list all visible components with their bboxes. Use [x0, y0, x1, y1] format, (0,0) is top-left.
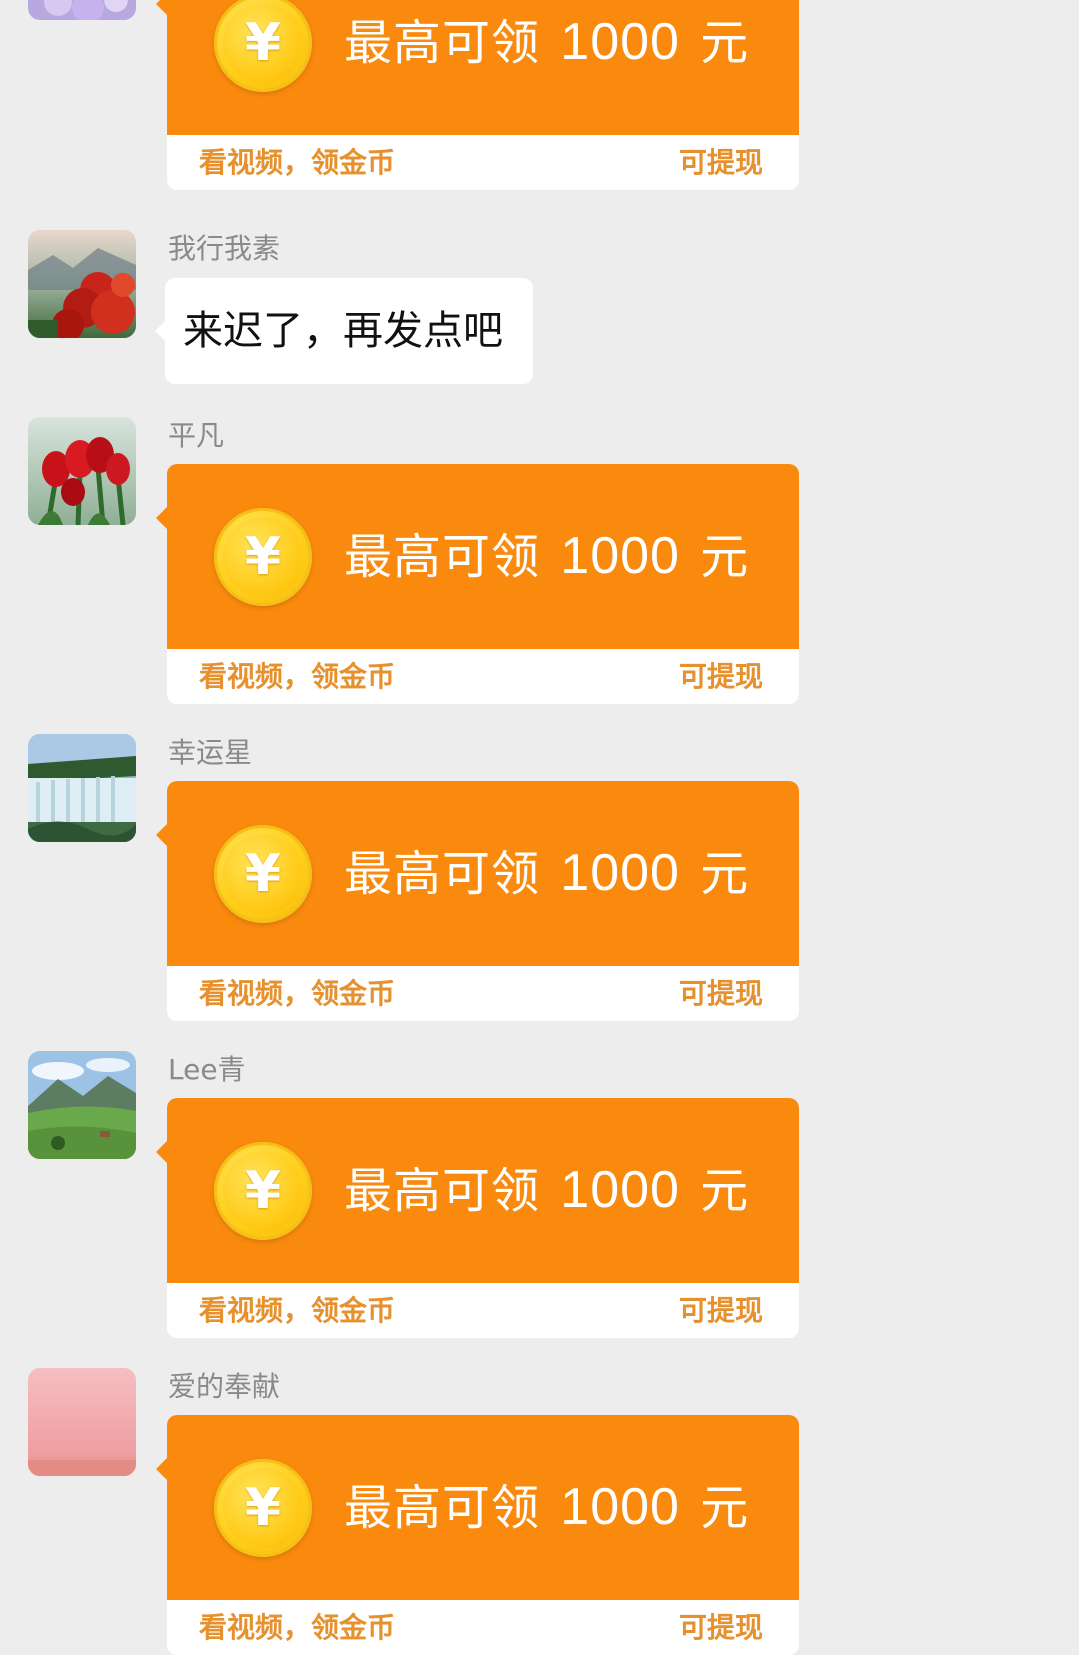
reward-card-header[interactable]: ¥ 最高可领 1000 元: [156, 1098, 799, 1283]
gold-coin-icon: ¥: [214, 1459, 312, 1557]
reward-card[interactable]: ¥ 最高可领 1000 元 看视频，领金币 可提现: [156, 1415, 799, 1655]
reward-title-prefix: 最高可领: [344, 15, 541, 71]
footer-right-label: 可提现: [678, 1611, 763, 1644]
reward-card-footer[interactable]: 看视频，领金币 可提现: [167, 649, 799, 704]
reward-title-prefix: 最高可领: [344, 1480, 541, 1536]
red-flowers-landscape-avatar[interactable]: [28, 230, 136, 338]
footer-right-label: 可提现: [678, 1294, 763, 1327]
reward-card-header[interactable]: ¥ 最高可领 1000 元: [156, 0, 799, 135]
reward-card-title: 最高可领 1000 元: [344, 1098, 749, 1283]
reward-amount: 1000: [560, 527, 680, 585]
footer-left-label: 看视频，领金币: [199, 977, 396, 1010]
reward-card-title: 最高可领 1000 元: [344, 0, 749, 135]
reward-unit: 元: [700, 1163, 750, 1219]
mountain-valley-avatar[interactable]: [28, 1051, 136, 1159]
footer-left-label: 看视频，领金币: [199, 660, 396, 693]
footer-left-label: 看视频，领金币: [199, 1611, 396, 1644]
waterfall-avatar[interactable]: [28, 734, 136, 842]
reward-unit: 元: [700, 846, 750, 902]
gold-coin-icon: ¥: [214, 825, 312, 923]
sender-name: 我行我素: [168, 232, 281, 265]
reward-card-footer[interactable]: 看视频，领金币 可提现: [167, 966, 799, 1021]
reward-card[interactable]: ¥ 最高可领 1000 元 看视频，领金币 可提现: [156, 0, 799, 190]
pink-sky-avatar[interactable]: [28, 1368, 136, 1476]
reward-card[interactable]: ¥ 最高可领 1000 元 看视频，领金币 可提现: [156, 781, 799, 1021]
reward-unit: 元: [700, 15, 750, 71]
reward-card-title: 最高可领 1000 元: [344, 781, 749, 966]
text-message-bubble[interactable]: 来迟了，再发点吧: [155, 278, 533, 384]
reward-card[interactable]: ¥ 最高可领 1000 元 看视频，领金币 可提现: [156, 1098, 799, 1338]
footer-right-label: 可提现: [678, 146, 763, 179]
reward-title-prefix: 最高可领: [344, 529, 541, 585]
reward-card-title: 最高可领 1000 元: [344, 1415, 749, 1600]
reward-card[interactable]: ¥ 最高可领 1000 元 看视频，领金币 可提现: [156, 464, 799, 704]
footer-left-label: 看视频，领金币: [199, 1294, 396, 1327]
reward-card-footer[interactable]: 看视频，领金币 可提现: [167, 1600, 799, 1655]
gold-coin-icon: ¥: [214, 0, 312, 92]
red-tulips-avatar[interactable]: [28, 417, 136, 525]
reward-amount: 1000: [560, 844, 680, 902]
purple-flowers-avatar[interactable]: [28, 0, 136, 20]
reward-amount: 1000: [560, 1478, 680, 1536]
footer-right-label: 可提现: [678, 660, 763, 693]
footer-left-label: 看视频，领金币: [199, 146, 396, 179]
reward-card-footer[interactable]: 看视频，领金币 可提现: [167, 135, 799, 190]
gold-coin-icon: ¥: [214, 508, 312, 606]
gold-coin-icon: ¥: [214, 1142, 312, 1240]
footer-right-label: 可提现: [678, 977, 763, 1010]
reward-card-header[interactable]: ¥ 最高可领 1000 元: [156, 1415, 799, 1600]
sender-name: Lee青: [168, 1053, 246, 1086]
reward-amount: 1000: [560, 13, 680, 71]
reward-card-footer[interactable]: 看视频，领金币 可提现: [167, 1283, 799, 1338]
reward-title-prefix: 最高可领: [344, 1163, 541, 1219]
reward-card-header[interactable]: ¥ 最高可领 1000 元: [156, 781, 799, 966]
sender-name: 幸运星: [168, 736, 253, 769]
sender-name: 平凡: [168, 419, 225, 452]
reward-card-header[interactable]: ¥ 最高可领 1000 元: [156, 464, 799, 649]
sender-name: 爱的奉献: [168, 1370, 281, 1403]
reward-title-prefix: 最高可领: [344, 846, 541, 902]
reward-amount: 1000: [560, 1161, 680, 1219]
reward-unit: 元: [700, 1480, 750, 1536]
reward-unit: 元: [700, 529, 750, 585]
reward-card-title: 最高可领 1000 元: [344, 464, 749, 649]
